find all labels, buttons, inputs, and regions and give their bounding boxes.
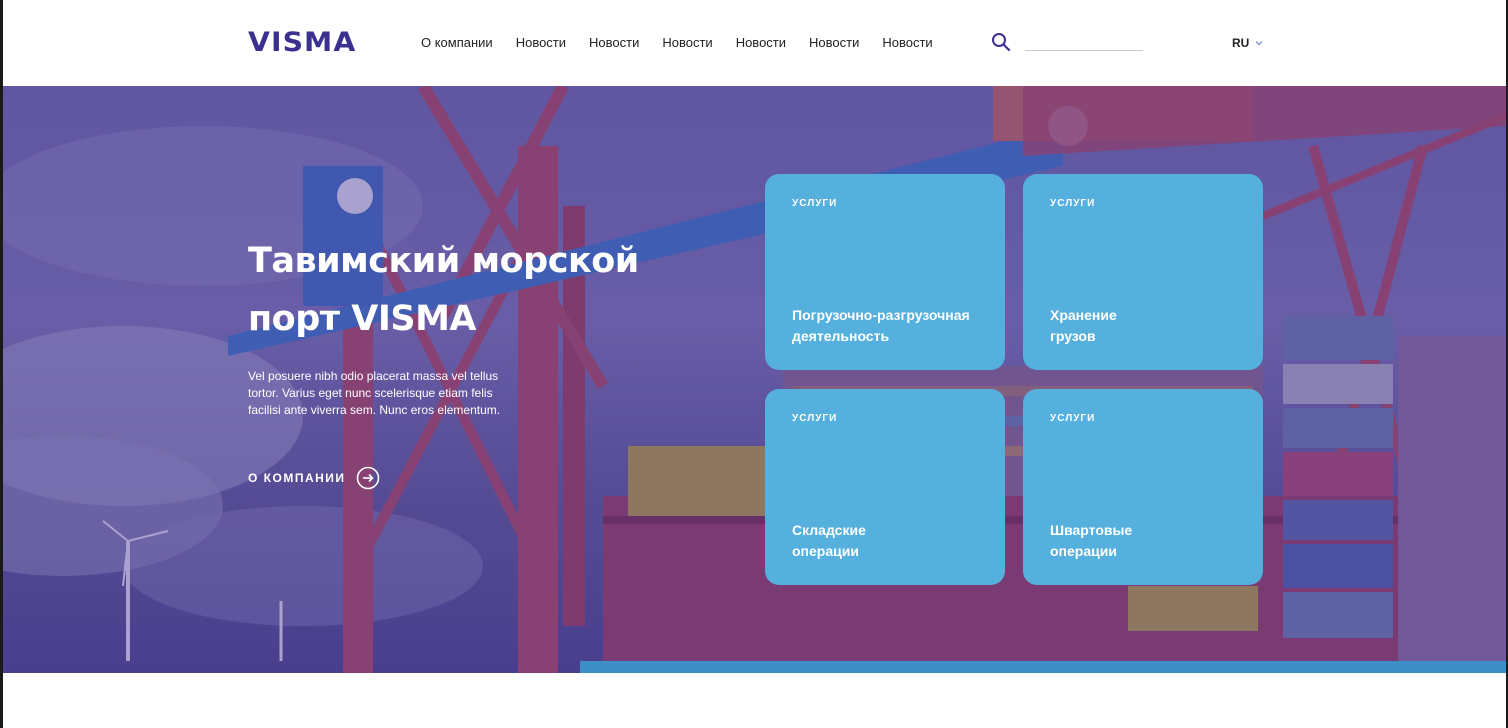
hero-section: Тавимский морской порт VISMA Vel posuere…	[3, 86, 1506, 673]
chevron-down-icon	[1255, 41, 1263, 46]
service-card-warehouse[interactable]: УСЛУГИ Складские операции	[765, 389, 1005, 585]
logo[interactable]: VISMA	[248, 27, 356, 58]
language-selector[interactable]: RU	[1232, 36, 1263, 50]
service-card-tag: УСЛУГИ	[1050, 198, 1096, 209]
nav-item-news-1[interactable]: Новости	[516, 35, 566, 50]
search-input[interactable]	[1025, 33, 1143, 50]
nav-item-news-2[interactable]: Новости	[589, 35, 639, 50]
language-label: RU	[1232, 36, 1250, 50]
service-card-loading[interactable]: УСЛУГИ Погрузочно-разгрузочная деятельно…	[765, 174, 1005, 370]
nav-item-news-6[interactable]: Новости	[882, 35, 932, 50]
search-underline	[1025, 50, 1143, 51]
service-card-title-line-2: операции	[792, 543, 859, 559]
hero-title: Тавимский морской порт VISMA	[248, 232, 668, 348]
nav-item-news-4[interactable]: Новости	[736, 35, 786, 50]
service-card-title: Погрузочно-разгрузочная деятельность	[792, 305, 970, 347]
service-card-title: Хранение грузов	[1050, 305, 1117, 347]
service-card-title-line-2: деятельность	[792, 328, 890, 344]
service-card-storage[interactable]: УСЛУГИ Хранение грузов	[1023, 174, 1263, 370]
main-nav: О компании Новости Новости Новости Новос…	[421, 35, 956, 50]
service-card-title: Швартовые операции	[1050, 520, 1132, 562]
nav-item-about[interactable]: О компании	[421, 35, 493, 50]
service-card-tag: УСЛУГИ	[792, 413, 838, 424]
about-company-label: О КОМПАНИИ	[248, 471, 346, 485]
service-card-title-line-2: операции	[1050, 543, 1117, 559]
service-card-title: Складские операции	[792, 520, 866, 562]
service-card-mooring[interactable]: УСЛУГИ Швартовые операции	[1023, 389, 1263, 585]
service-card-title-line-1: Хранение	[1050, 307, 1117, 323]
nav-item-news-5[interactable]: Новости	[809, 35, 859, 50]
hero-bottom-strip	[580, 661, 1506, 673]
service-card-title-line-1: Погрузочно-разгрузочная	[792, 307, 970, 323]
service-card-tag: УСЛУГИ	[1050, 413, 1096, 424]
site-header: VISMA О компании Новости Новости Новости…	[3, 0, 1506, 86]
service-card-title-line-2: грузов	[1050, 328, 1096, 344]
search-icon[interactable]	[991, 32, 1011, 52]
hero-description: Vel posuere nibh odio placerat massa vel…	[248, 369, 501, 417]
hero-title-line-1: Тавимский морской	[248, 241, 639, 281]
service-card-title-line-1: Швартовые	[1050, 522, 1133, 538]
arrow-right-circle-icon	[356, 466, 379, 490]
hero-title-line-2: порт VISMA	[248, 299, 477, 339]
hero-overlay	[3, 86, 1506, 673]
nav-item-news-3[interactable]: Новости	[662, 35, 712, 50]
service-card-title-line-1: Складские	[792, 522, 866, 538]
about-company-link[interactable]: О КОМПАНИИ	[248, 466, 380, 490]
service-card-tag: УСЛУГИ	[792, 198, 838, 209]
